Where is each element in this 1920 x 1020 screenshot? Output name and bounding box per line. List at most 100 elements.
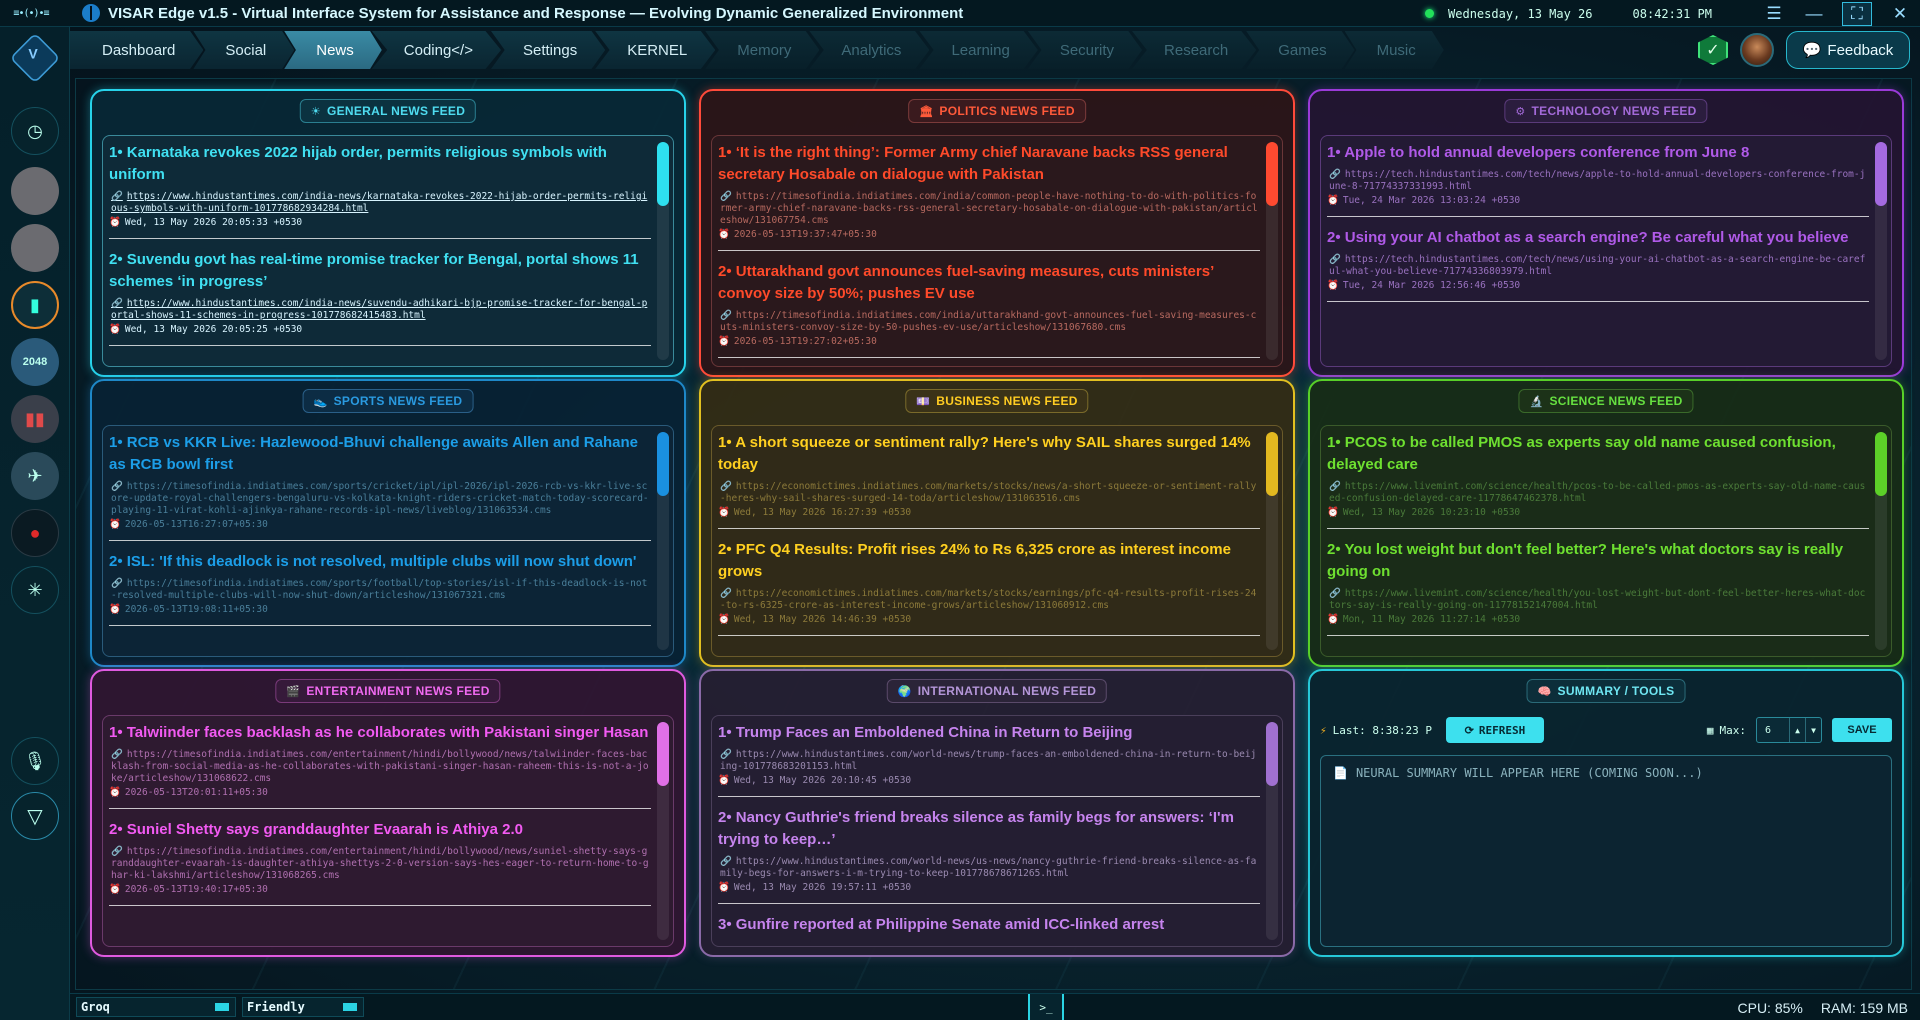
news-link[interactable]: 🔗 https://www.hindustantimes.com/india-ne…: [109, 191, 651, 215]
placeholder-circle-icon[interactable]: [11, 224, 59, 272]
tab-music[interactable]: Music: [1344, 31, 1444, 69]
scrollbar[interactable]: [1266, 722, 1278, 940]
scrollbar-thumb[interactable]: [1875, 142, 1887, 206]
news-list[interactable]: 1• ‘It is the right thing’: Former Army …: [711, 135, 1283, 367]
refresh-button[interactable]: ⟳ REFRESH: [1445, 717, 1544, 743]
tab-security[interactable]: Security: [1027, 31, 1143, 69]
news-link[interactable]: 🔗 https://economictimes.indiatimes.com/ma…: [718, 588, 1260, 612]
scrollbar-thumb[interactable]: [657, 432, 669, 496]
news-item[interactable]: 2• You lost weight but don't feel better…: [1327, 539, 1869, 636]
fullscreen-button[interactable]: ⛶: [1842, 1, 1872, 26]
game-2048-icon[interactable]: 2048: [11, 338, 59, 386]
news-title[interactable]: 2• Suniel Shetty says granddaughter Evaa…: [109, 819, 651, 841]
news-title[interactable]: 2• PFC Q4 Results: Profit rises 24% to R…: [718, 539, 1260, 583]
feedback-button[interactable]: 💬 Feedback: [1786, 31, 1910, 69]
visar-logo-icon[interactable]: V: [9, 32, 61, 84]
tab-research[interactable]: Research: [1132, 31, 1257, 69]
max-items-value[interactable]: 6: [1757, 725, 1789, 736]
news-item[interactable]: 2• Suniel Shetty says granddaughter Evaa…: [109, 819, 651, 906]
clock-icon[interactable]: ◷: [11, 107, 59, 155]
news-item[interactable]: 2• Suvendu govt has real-time promise tr…: [109, 249, 651, 346]
meditation-icon[interactable]: ✳: [11, 566, 59, 614]
record-icon[interactable]: ●: [11, 509, 59, 557]
news-title[interactable]: 1• PCOS to be called PMOS as experts say…: [1327, 432, 1869, 476]
security-shield-icon[interactable]: ✓: [1698, 35, 1728, 65]
scrollbar-thumb[interactable]: [1266, 142, 1278, 206]
scrollbar[interactable]: [657, 722, 669, 940]
news-title[interactable]: 1• Karnataka revokes 2022 hijab order, p…: [109, 142, 651, 186]
tab-games[interactable]: Games: [1246, 31, 1355, 69]
news-title[interactable]: 1• A short squeeze or sentiment rally? H…: [718, 432, 1260, 476]
news-link[interactable]: 🔗 https://economictimes.indiatimes.com/ma…: [718, 481, 1260, 505]
news-item[interactable]: 1• Talwiinder faces backlash as he colla…: [109, 722, 651, 809]
news-title[interactable]: 1• ‘It is the right thing’: Former Army …: [718, 142, 1260, 186]
scrollbar-thumb[interactable]: [1875, 432, 1887, 496]
news-item[interactable]: 1• Karnataka revokes 2022 hijab order, p…: [109, 142, 651, 239]
scrollbar[interactable]: [1875, 142, 1887, 360]
news-title[interactable]: 1• RCB vs KKR Live: Hazlewood-Bhuvi chal…: [109, 432, 651, 476]
tab-news[interactable]: News: [284, 31, 382, 69]
news-item[interactable]: 1• PCOS to be called PMOS as experts say…: [1327, 432, 1869, 529]
microphone-icon[interactable]: 🎙: [11, 737, 59, 785]
scrollbar-thumb[interactable]: [1266, 722, 1278, 786]
news-link[interactable]: 🔗 https://timesofindia.indiatimes.com/spo…: [109, 578, 651, 602]
stepper-up-icon[interactable]: ▲: [1789, 718, 1805, 742]
news-title[interactable]: 1• Trump Faces an Emboldened China in Re…: [718, 722, 1260, 744]
persona-selector[interactable]: Friendly: [242, 997, 364, 1017]
news-link[interactable]: 🔗 https://www.livemint.com/science/health…: [1327, 588, 1869, 612]
tab-learning[interactable]: Learning: [919, 31, 1038, 69]
close-button[interactable]: ✕: [1880, 0, 1920, 27]
news-item[interactable]: 2• Using your AI chatbot as a search eng…: [1327, 227, 1869, 302]
news-item[interactable]: 1• RCB vs KKR Live: Hazlewood-Bhuvi chal…: [109, 432, 651, 541]
news-item[interactable]: 1• A short squeeze or sentiment rally? H…: [718, 432, 1260, 529]
news-title[interactable]: 2• Uttarakhand govt announces fuel-savin…: [718, 261, 1260, 305]
tab-memory[interactable]: Memory: [705, 31, 820, 69]
placeholder-circle-icon[interactable]: [11, 167, 59, 215]
tab-kernel[interactable]: KERNEL: [595, 31, 716, 69]
stepper-down-icon[interactable]: ▼: [1805, 718, 1821, 742]
news-link[interactable]: 🔗 https://tech.hindustantimes.com/tech/ne…: [1327, 169, 1869, 193]
news-list[interactable]: 1• Talwiinder faces backlash as he colla…: [102, 715, 674, 947]
news-link[interactable]: 🔗 https://www.livemint.com/science/health…: [1327, 481, 1869, 505]
scrollbar[interactable]: [1266, 432, 1278, 650]
tab-dashboard[interactable]: Dashboard: [70, 31, 204, 69]
news-item[interactable]: 1• Apple to hold annual developers confe…: [1327, 142, 1869, 217]
news-link[interactable]: 🔗 https://timesofindia.indiatimes.com/ind…: [718, 310, 1260, 334]
max-items-stepper[interactable]: 6 ▲ ▼: [1756, 717, 1822, 743]
news-item[interactable]: 3• Gunfire reported at Philippine Senate…: [718, 914, 1260, 946]
cards-game-icon[interactable]: ▮▮: [11, 395, 59, 443]
tab-analytics[interactable]: Analytics: [809, 31, 930, 69]
news-link[interactable]: 🔗 https://timesofindia.indiatimes.com/spo…: [109, 481, 651, 517]
news-item[interactable]: 2• Uttarakhand govt announces fuel-savin…: [718, 261, 1260, 358]
save-button[interactable]: SAVE: [1832, 718, 1892, 742]
terminal-button[interactable]: >_: [1028, 994, 1064, 1020]
tab-settings[interactable]: Settings: [491, 31, 606, 69]
news-title[interactable]: 2• You lost weight but don't feel better…: [1327, 539, 1869, 583]
menu-collapse-icon[interactable]: ☰: [1754, 0, 1794, 27]
news-item[interactable]: 2• ISL: 'If this deadlock is not resolve…: [109, 551, 651, 626]
news-list[interactable]: 1• Karnataka revokes 2022 hijab order, p…: [102, 135, 674, 367]
scrollbar[interactable]: [1875, 432, 1887, 650]
news-link[interactable]: 🔗 https://timesofindia.indiatimes.com/ent…: [109, 749, 651, 785]
news-list[interactable]: 1• A short squeeze or sentiment rally? H…: [711, 425, 1283, 657]
summary-output[interactable]: 📄 NEURAL SUMMARY WILL APPEAR HERE (COMING…: [1320, 755, 1892, 947]
tab-social[interactable]: Social: [193, 31, 295, 69]
tab-coding[interactable]: Coding</>: [371, 31, 501, 69]
news-title[interactable]: 1• Talwiinder faces backlash as he colla…: [109, 722, 651, 744]
model-selector[interactable]: Groq: [76, 997, 236, 1017]
scrollbar-thumb[interactable]: [657, 142, 669, 206]
news-link[interactable]: 🔗 https://www.hindustantimes.com/world-ne…: [718, 749, 1260, 773]
avatar[interactable]: [1740, 33, 1774, 67]
news-item[interactable]: 2• Nancy Guthrie's friend breaks silence…: [718, 807, 1260, 904]
scrollbar[interactable]: [657, 432, 669, 650]
news-title[interactable]: 3• Gunfire reported at Philippine Senate…: [718, 914, 1260, 936]
spaceship-game-icon[interactable]: ✈: [11, 452, 59, 500]
scrollbar-thumb[interactable]: [1266, 432, 1278, 496]
news-link[interactable]: 🔗 https://www.hindustantimes.com/india-ne…: [109, 298, 651, 322]
news-item[interactable]: 2• PFC Q4 Results: Profit rises 24% to R…: [718, 539, 1260, 636]
news-list[interactable]: 1• Apple to hold annual developers confe…: [1320, 135, 1892, 367]
news-link[interactable]: 🔗 https://www.hindustantimes.com/world-ne…: [718, 856, 1260, 880]
scrollbar-thumb[interactable]: [657, 722, 669, 786]
news-title[interactable]: 2• Nancy Guthrie's friend breaks silence…: [718, 807, 1260, 851]
news-title[interactable]: 2• Suvendu govt has real-time promise tr…: [109, 249, 651, 293]
